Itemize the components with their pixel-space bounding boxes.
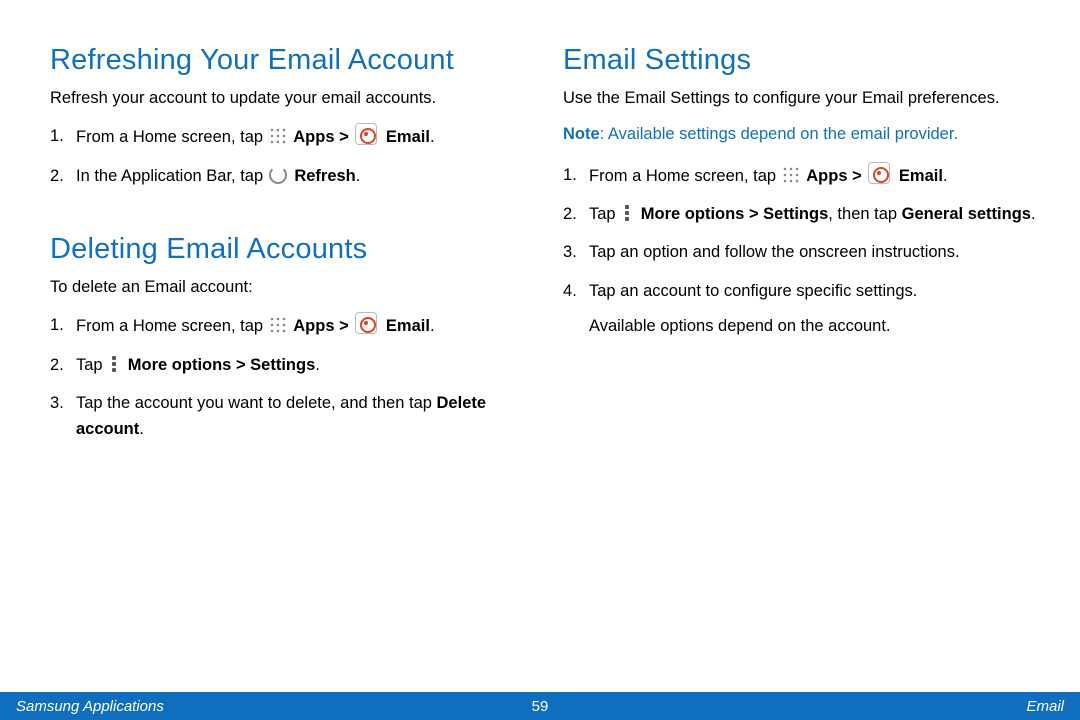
step-text: From a Home screen, tap xyxy=(76,128,268,146)
steps-deleting: From a Home screen, tap Apps > Email. Ta… xyxy=(50,312,523,443)
note-body: : Available settings depend on the email… xyxy=(600,125,958,143)
right-column: Email Settings Use the Email Settings to… xyxy=(563,44,1036,455)
step-text: From a Home screen, tap xyxy=(589,167,781,185)
step-post: . xyxy=(356,167,361,185)
step-text: Tap the account you want to delete, and … xyxy=(76,394,437,412)
step-subtext: Available options depend on the account. xyxy=(589,314,1036,339)
steps-email-settings: From a Home screen, tap Apps > Email. Ta… xyxy=(563,162,1036,339)
step-item: Tap the account you want to delete, and … xyxy=(50,390,523,443)
footer-right: Email xyxy=(1026,698,1064,715)
email-app-icon xyxy=(355,123,377,145)
more-options-icon xyxy=(109,355,119,373)
footer-page-number: 59 xyxy=(532,698,549,715)
email-label: Email xyxy=(386,317,430,335)
heading-refreshing: Refreshing Your Email Account xyxy=(50,44,523,77)
heading-email-settings: Email Settings xyxy=(563,44,1036,77)
step-post: . xyxy=(139,420,144,438)
email-label: Email xyxy=(386,128,430,146)
refresh-label: Refresh xyxy=(294,167,355,185)
step-text: Tap xyxy=(76,356,107,374)
step-text: From a Home screen, tap xyxy=(76,317,268,335)
apps-label: Apps > xyxy=(806,167,866,185)
footer-left: Samsung Applications xyxy=(16,698,164,715)
step-post: . xyxy=(430,317,435,335)
general-settings-label: General settings xyxy=(902,205,1031,223)
apps-grid-icon xyxy=(782,166,800,184)
step-item: Tap an account to configure specific set… xyxy=(563,278,1036,339)
apps-grid-icon xyxy=(269,127,287,145)
intro-deleting: To delete an Email account: xyxy=(50,276,523,298)
step-post: . xyxy=(315,356,320,374)
note-text: Note: Available settings depend on the e… xyxy=(563,123,1036,145)
more-label: More options > Settings xyxy=(128,356,315,374)
step-item: From a Home screen, tap Apps > Email. xyxy=(50,123,523,150)
left-column: Refreshing Your Email Account Refresh yo… xyxy=(50,44,523,455)
more-label: More options > Settings xyxy=(641,205,828,223)
intro-refreshing: Refresh your account to update your emai… xyxy=(50,87,523,109)
email-label: Email xyxy=(899,167,943,185)
step-post: . xyxy=(430,128,435,146)
step-text: Tap an option and follow the onscreen in… xyxy=(589,243,960,261)
page-footer: Samsung Applications 59 Email xyxy=(0,692,1080,720)
step-item: Tap More options > Settings, then tap Ge… xyxy=(563,201,1036,227)
email-app-icon xyxy=(355,312,377,334)
step-text: In the Application Bar, tap xyxy=(76,167,268,185)
intro-email-settings: Use the Email Settings to configure your… xyxy=(563,87,1036,109)
step-item: Tap More options > Settings. xyxy=(50,352,523,378)
apps-label: Apps > xyxy=(293,128,353,146)
refresh-icon xyxy=(269,166,287,184)
steps-refreshing: From a Home screen, tap Apps > Email. In… xyxy=(50,123,523,189)
step-item: From a Home screen, tap Apps > Email. xyxy=(50,312,523,339)
note-label: Note xyxy=(563,125,600,143)
step-post: . xyxy=(943,167,948,185)
apps-grid-icon xyxy=(269,316,287,334)
apps-label: Apps > xyxy=(293,317,353,335)
step-text: Tap xyxy=(589,205,620,223)
step-text: Tap an account to configure specific set… xyxy=(589,282,917,300)
step-post: . xyxy=(1031,205,1036,223)
more-options-icon xyxy=(622,204,632,222)
heading-deleting: Deleting Email Accounts xyxy=(50,233,523,266)
step-mid: , then tap xyxy=(828,205,901,223)
step-item: From a Home screen, tap Apps > Email. xyxy=(563,162,1036,189)
step-item: In the Application Bar, tap Refresh. xyxy=(50,163,523,189)
email-app-icon xyxy=(868,162,890,184)
step-item: Tap an option and follow the onscreen in… xyxy=(563,239,1036,265)
